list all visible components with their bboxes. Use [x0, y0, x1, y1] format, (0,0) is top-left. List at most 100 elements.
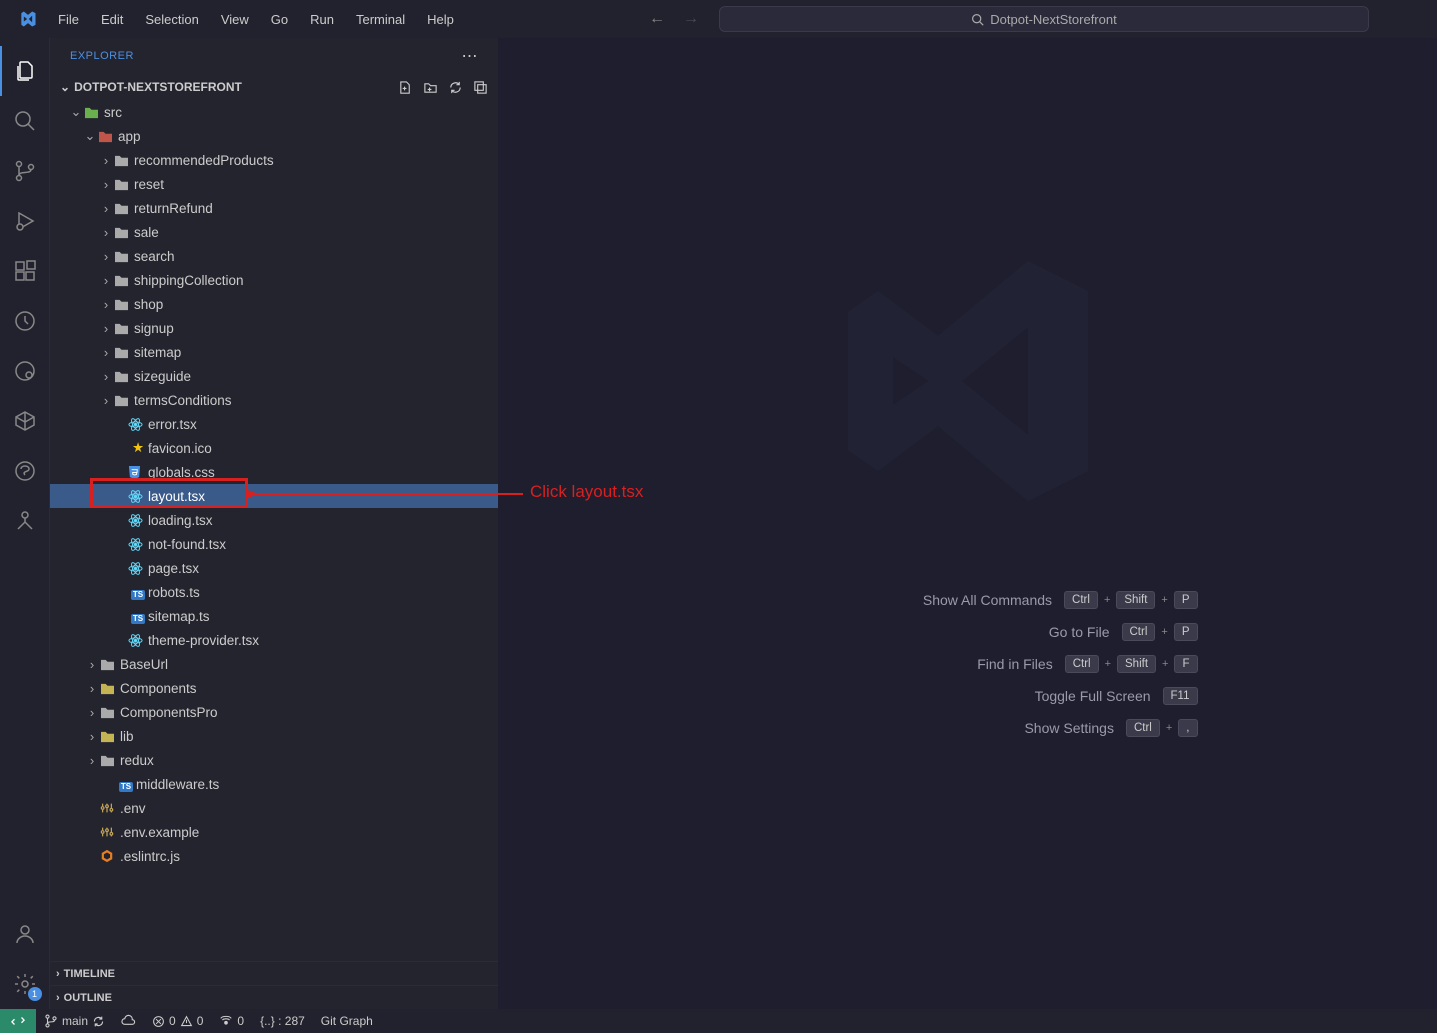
- folder-icon: [114, 178, 134, 191]
- react-icon: [128, 489, 148, 504]
- tree-item-label: .eslintrc.js: [120, 849, 180, 864]
- chevron-right-icon: ›: [56, 968, 60, 980]
- bracket-status[interactable]: {..} : 287: [252, 1009, 313, 1033]
- file-item-error-tsx[interactable]: error.tsx: [50, 412, 498, 436]
- menu-edit[interactable]: Edit: [91, 8, 133, 31]
- folder-item-baseurl[interactable]: ›BaseUrl: [50, 652, 498, 676]
- folder-icon: [100, 682, 120, 695]
- menu-selection[interactable]: Selection: [135, 8, 208, 31]
- settings-tab[interactable]: 1: [0, 959, 50, 1009]
- clock-icon: [13, 309, 37, 333]
- folder-item-reset[interactable]: ›reset: [50, 172, 498, 196]
- main-area: 1 EXPLORER ⋯ ⌄ DOTPOT-NEXTSTOREFRONT ⌄sr…: [0, 38, 1437, 1009]
- file-item-sitemap-ts[interactable]: TSsitemap.ts: [50, 604, 498, 628]
- menu-go[interactable]: Go: [261, 8, 298, 31]
- radio-status[interactable]: 0: [211, 1009, 252, 1033]
- new-file-icon[interactable]: [398, 80, 413, 95]
- folder-item-app[interactable]: ⌄app: [50, 124, 498, 148]
- folder-item-returnrefund[interactable]: ›returnRefund: [50, 196, 498, 220]
- folder-item-termsconditions[interactable]: ›termsConditions: [50, 388, 498, 412]
- key-combo: Ctrl+Shift+P: [1064, 591, 1197, 609]
- remote-button[interactable]: [0, 1009, 36, 1033]
- menu-terminal[interactable]: Terminal: [346, 8, 415, 31]
- custom-tab-2[interactable]: [0, 396, 50, 446]
- custom-tab-1[interactable]: [0, 346, 50, 396]
- folder-item-sitemap[interactable]: ›sitemap: [50, 340, 498, 364]
- menu-run[interactable]: Run: [300, 8, 344, 31]
- chevron-right-icon: ›: [98, 273, 114, 288]
- file-item--eslintrc-js[interactable]: .eslintrc.js: [50, 844, 498, 868]
- command-center[interactable]: Dotpot-NextStorefront: [719, 6, 1369, 32]
- file-item-page-tsx[interactable]: page.tsx: [50, 556, 498, 580]
- branch-icon: [44, 1014, 58, 1028]
- custom-tab-3[interactable]: [0, 446, 50, 496]
- gitgraph-status[interactable]: Git Graph: [313, 1009, 381, 1033]
- tree-item-label: ComponentsPro: [120, 705, 218, 720]
- folder-item-sizeguide[interactable]: ›sizeguide: [50, 364, 498, 388]
- custom-tab-4[interactable]: [0, 496, 50, 546]
- file-item--env-example[interactable]: .env.example: [50, 820, 498, 844]
- folder-item-src[interactable]: ⌄src: [50, 100, 498, 124]
- source-control-tab[interactable]: [0, 146, 50, 196]
- shortcut-hint: Show All CommandsCtrl+Shift+P: [738, 591, 1198, 609]
- file-item-favicon-ico[interactable]: ★favicon.ico: [50, 436, 498, 460]
- shortcut-label: Toggle Full Screen: [1035, 688, 1151, 704]
- folder-item-componentspro[interactable]: ›ComponentsPro: [50, 700, 498, 724]
- folder-item-signup[interactable]: ›signup: [50, 316, 498, 340]
- search-tab[interactable]: [0, 96, 50, 146]
- menu-bar: FileEditSelectionViewGoRunTerminalHelp: [48, 8, 464, 31]
- ts-icon: TS: [128, 585, 148, 600]
- tree-item-label: lib: [120, 729, 134, 744]
- tree-item-label: recommendedProducts: [134, 153, 274, 168]
- folder-item-lib[interactable]: ›lib: [50, 724, 498, 748]
- star-icon: ★: [128, 440, 148, 456]
- file-item-robots-ts[interactable]: TSrobots.ts: [50, 580, 498, 604]
- more-icon[interactable]: ⋯: [462, 46, 479, 66]
- refresh-icon[interactable]: [448, 80, 463, 95]
- sidebar: EXPLORER ⋯ ⌄ DOTPOT-NEXTSTOREFRONT ⌄src⌄…: [50, 38, 498, 1009]
- menu-help[interactable]: Help: [417, 8, 464, 31]
- folder-item-redux[interactable]: ›redux: [50, 748, 498, 772]
- back-icon[interactable]: ←: [649, 10, 665, 28]
- file-item-loading-tsx[interactable]: loading.tsx: [50, 508, 498, 532]
- folder-icon: [100, 730, 120, 743]
- remote-icon: [11, 1014, 25, 1028]
- accounts-tab[interactable]: [0, 909, 50, 959]
- plus-separator: +: [1161, 594, 1167, 606]
- folder-icon: [114, 346, 134, 359]
- folder-item-recommendedproducts[interactable]: ›recommendedProducts: [50, 148, 498, 172]
- file-item-globals-css[interactable]: globals.css: [50, 460, 498, 484]
- folder-icon: [114, 274, 134, 287]
- cloud-status[interactable]: [113, 1009, 144, 1033]
- file-item-not-found-tsx[interactable]: not-found.tsx: [50, 532, 498, 556]
- new-folder-icon[interactable]: [423, 80, 438, 95]
- forward-icon[interactable]: →: [683, 10, 699, 28]
- extensions-tab[interactable]: [0, 246, 50, 296]
- menu-file[interactable]: File: [48, 8, 89, 31]
- timeline-tab[interactable]: [0, 296, 50, 346]
- status-bar: main 0 0 0 {..} : 287 Git Graph: [0, 1009, 1437, 1033]
- error-count: 0: [169, 1014, 176, 1028]
- outline-section[interactable]: › OUTLINE: [50, 985, 498, 1009]
- sidebar-header: EXPLORER ⋯: [50, 38, 498, 74]
- folder-item-shop[interactable]: ›shop: [50, 292, 498, 316]
- folder-item-sale[interactable]: ›sale: [50, 220, 498, 244]
- folder-item-components[interactable]: ›Components: [50, 676, 498, 700]
- folder-item-search[interactable]: ›search: [50, 244, 498, 268]
- branch-status[interactable]: main: [36, 1009, 113, 1033]
- error-icon: [152, 1015, 165, 1028]
- radio-icon: [219, 1014, 233, 1028]
- timeline-section[interactable]: › TIMELINE: [50, 961, 498, 985]
- file-item-theme-provider-tsx[interactable]: theme-provider.tsx: [50, 628, 498, 652]
- chevron-right-icon: ›: [98, 249, 114, 264]
- workspace-folder[interactable]: ⌄ DOTPOT-NEXTSTOREFRONT: [50, 74, 498, 100]
- file-item-middleware-ts[interactable]: TSmiddleware.ts: [50, 772, 498, 796]
- folder-item-shippingcollection[interactable]: ›shippingCollection: [50, 268, 498, 292]
- explorer-tab[interactable]: [0, 46, 50, 96]
- problems-status[interactable]: 0 0: [144, 1009, 211, 1033]
- run-debug-tab[interactable]: [0, 196, 50, 246]
- menu-view[interactable]: View: [211, 8, 259, 31]
- collapse-icon[interactable]: [473, 80, 488, 95]
- file-item--env[interactable]: .env: [50, 796, 498, 820]
- tree-item-label: BaseUrl: [120, 657, 168, 672]
